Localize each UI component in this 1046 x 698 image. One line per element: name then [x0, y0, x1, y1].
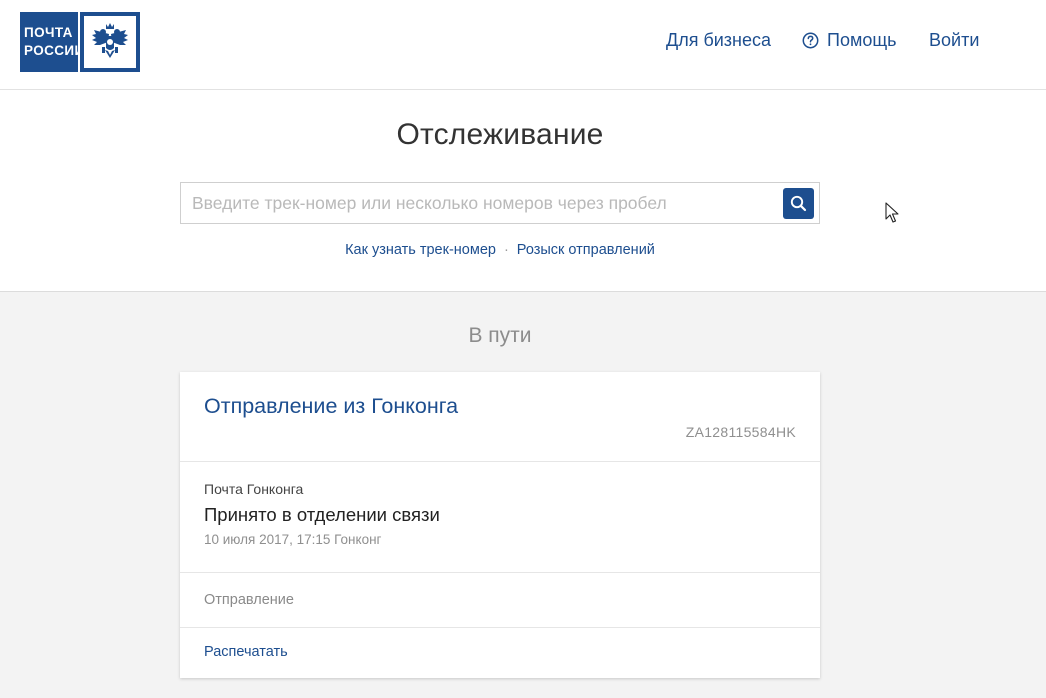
nav-login-link[interactable]: Войти: [929, 28, 979, 52]
event-organization: Почта Гонконга: [204, 481, 304, 497]
mouse-pointer-icon: [885, 202, 899, 229]
event-date-location: 10 июля 2017, 17:15 Гонконг: [204, 532, 382, 547]
tracking-number-input[interactable]: [181, 183, 781, 223]
shipment-status-heading: В пути: [468, 324, 532, 347]
search-button[interactable]: [783, 188, 814, 219]
parcel-search-link[interactable]: Розыск отправлений: [517, 242, 655, 258]
tracking-help-links: Как узнать трек-номер · Розыск отправлений: [0, 242, 1000, 258]
tracking-section: Отслеживание Как узнать трек-номер · Розыс…: [0, 90, 1046, 292]
shipment-title: Отправление из Гонконга: [204, 394, 459, 418]
shipment-track-number: ZA128115584HK: [685, 424, 796, 440]
nav-business-link[interactable]: Для бизнеса: [666, 28, 771, 52]
details-label: Отправление: [204, 592, 294, 608]
search-icon: [790, 195, 807, 212]
print-row: Распечатать: [180, 628, 820, 678]
question-circle-icon: [802, 32, 819, 49]
shipment-card: Отправление из Гонконга ZA128115584HK По…: [180, 372, 820, 678]
how-to-find-track-link[interactable]: Как узнать трек-номер: [345, 242, 496, 258]
shipment-details-toggle[interactable]: Отправление: [180, 573, 820, 628]
link-separator: ·: [503, 242, 509, 258]
latest-event: Почта Гонконга Принято в отделении связи…: [180, 462, 820, 573]
shipment-card-header[interactable]: Отправление из Гонконга ZA128115584HK: [180, 372, 820, 462]
site-header: ПОЧТА РОССИИ Для бизнеса Помощь Войти: [0, 0, 1046, 90]
print-link[interactable]: Распечатать: [204, 644, 288, 660]
event-status: Принято в отделении связи: [204, 504, 440, 525]
tracking-search-box: [180, 182, 820, 224]
page-title: Отслеживание: [396, 118, 604, 151]
top-navigation: Для бизнеса Помощь Войти: [0, 28, 1046, 52]
nav-help-label: Помощь: [827, 30, 897, 50]
nav-help-link[interactable]: Помощь: [802, 28, 897, 52]
